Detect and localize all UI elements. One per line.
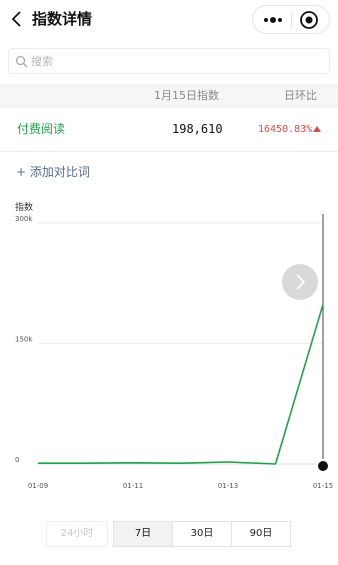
index-line-chart: 300k 150k 0 01-09 01-11 01-13 01-15 bbox=[15, 214, 333, 490]
search-input[interactable] bbox=[31, 51, 321, 71]
back-arrow-icon[interactable] bbox=[6, 8, 28, 30]
up-triangle-icon bbox=[313, 126, 321, 132]
column-header-ratio: 日环比 bbox=[284, 89, 317, 102]
menu-capsule bbox=[252, 5, 330, 34]
search-box[interactable] bbox=[8, 48, 330, 74]
next-arrow-circle bbox=[282, 264, 318, 300]
y-tick-label: 300k bbox=[15, 215, 33, 223]
keyword-row[interactable]: 付费阅读 198,610 16450.83% bbox=[0, 108, 338, 152]
keyword-day-change: 16450.83% bbox=[258, 124, 313, 135]
range-option-90d[interactable]: 90日 bbox=[231, 521, 291, 547]
keyword-index-value: 198,610 bbox=[172, 122, 223, 136]
capsule-divider bbox=[291, 13, 292, 28]
range-option-30d[interactable]: 30日 bbox=[172, 521, 232, 547]
add-compare-button[interactable]: + 添加对比词 bbox=[16, 164, 90, 180]
close-mini-program-icon[interactable] bbox=[299, 10, 319, 30]
more-icon[interactable] bbox=[261, 13, 285, 27]
x-tick-label: 01-09 bbox=[28, 482, 48, 490]
series-line bbox=[38, 304, 324, 465]
search-icon bbox=[15, 55, 28, 68]
keyword-name: 付费阅读 bbox=[17, 122, 66, 136]
time-range-selector: 24小时 7日 30日 90日 bbox=[46, 521, 291, 547]
cursor-marker bbox=[316, 459, 330, 473]
range-option-24h: 24小时 bbox=[46, 521, 108, 547]
y-axis-title: 指数 bbox=[15, 203, 34, 213]
x-tick-label: 01-11 bbox=[123, 482, 143, 490]
top-nav-bar: 指数详情 bbox=[0, 0, 338, 40]
x-tick-label: 01-15 bbox=[313, 482, 333, 490]
page-title: 指数详情 bbox=[32, 10, 93, 28]
x-tick-label: 01-13 bbox=[218, 482, 238, 490]
range-option-7d[interactable]: 7日 bbox=[113, 521, 173, 547]
y-tick-label: 0 bbox=[15, 456, 19, 464]
y-tick-label: 150k bbox=[15, 336, 33, 344]
column-header-date: 1月15日指数 bbox=[154, 89, 219, 102]
